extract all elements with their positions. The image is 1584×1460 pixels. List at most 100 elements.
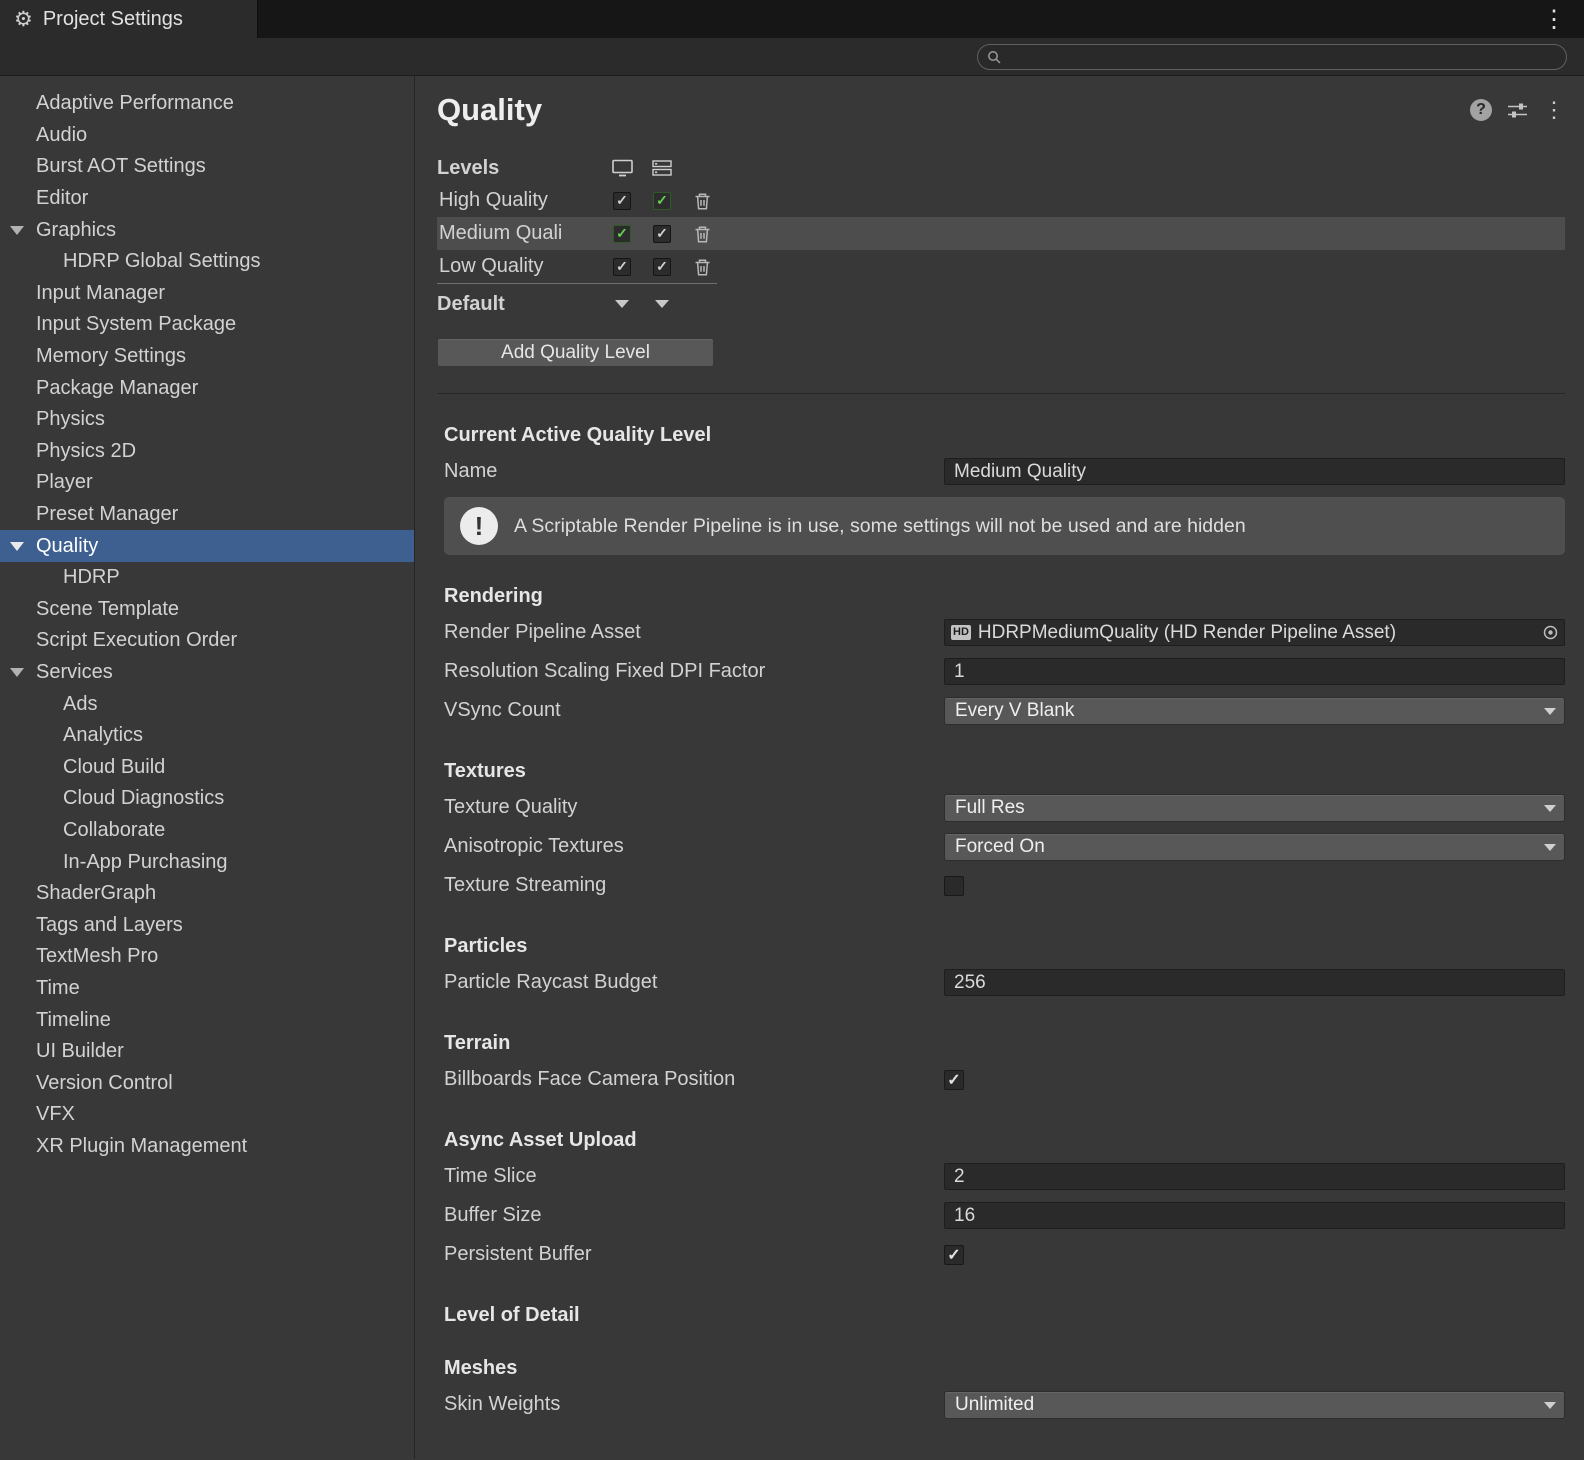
- vsync-count-dropdown[interactable]: Every V Blank: [944, 697, 1565, 725]
- default-quality-dropdown-2[interactable]: [655, 300, 669, 308]
- sidebar-item-label: Editor: [36, 187, 88, 210]
- setting-row-buffer-size: Buffer Size16: [437, 1196, 1565, 1235]
- object-picker-icon[interactable]: [1542, 624, 1559, 641]
- quality-level-row-medium-quali[interactable]: Medium Quali✓✓: [437, 217, 1565, 250]
- setting-label: Billboards Face Camera Position: [437, 1068, 944, 1091]
- sidebar-item-xr-plugin-management[interactable]: XR Plugin Management: [0, 1131, 414, 1163]
- sidebar-item-adaptive-performance[interactable]: Adaptive Performance: [0, 88, 414, 120]
- sidebar-item-tags-and-layers[interactable]: Tags and Layers: [0, 909, 414, 941]
- levels-label: Levels: [437, 157, 602, 180]
- platform-checkbox[interactable]: ✓: [613, 225, 631, 243]
- texture-quality-dropdown[interactable]: Full Res: [944, 794, 1565, 822]
- sidebar-item-label: Time: [36, 977, 80, 1000]
- sidebar-item-label: HDRP Global Settings: [63, 250, 261, 273]
- add-quality-level-button[interactable]: Add Quality Level: [437, 338, 714, 367]
- chevron-down-icon: [1544, 805, 1556, 812]
- setting-label: Resolution Scaling Fixed DPI Factor: [437, 660, 944, 683]
- platform-checkbox[interactable]: ✓: [653, 192, 671, 210]
- particle-raycast-budget-field[interactable]: 256: [944, 969, 1565, 996]
- sidebar-item-physics-2d[interactable]: Physics 2D: [0, 436, 414, 468]
- sidebar-item-cloud-diagnostics[interactable]: Cloud Diagnostics: [0, 783, 414, 815]
- monitor-icon[interactable]: [602, 159, 642, 177]
- dropdown-value: Every V Blank: [955, 700, 1074, 722]
- sidebar-item-analytics[interactable]: Analytics: [0, 720, 414, 752]
- trash-icon[interactable]: [682, 258, 722, 276]
- sidebar-item-label: VFX: [36, 1103, 75, 1126]
- persistent-buffer-checkbox[interactable]: ✓: [944, 1245, 964, 1265]
- sidebar-item-shadergraph[interactable]: ShaderGraph: [0, 878, 414, 910]
- setting-label: Time Slice: [437, 1165, 944, 1188]
- sidebar-item-player[interactable]: Player: [0, 467, 414, 499]
- sidebar-item-hdrp-global-settings[interactable]: HDRP Global Settings: [0, 246, 414, 278]
- quality-level-row-low-quality[interactable]: Low Quality✓✓: [437, 250, 1565, 283]
- billboards-face-camera-position-checkbox[interactable]: ✓: [944, 1070, 964, 1090]
- sidebar-item-ads[interactable]: Ads: [0, 688, 414, 720]
- platform-checkbox[interactable]: ✓: [613, 192, 631, 210]
- sidebar-item-ui-builder[interactable]: UI Builder: [0, 1036, 414, 1068]
- skin-weights-dropdown[interactable]: Unlimited: [944, 1391, 1565, 1419]
- setting-label: VSync Count: [437, 699, 944, 722]
- sidebar-item-input-system-package[interactable]: Input System Package: [0, 309, 414, 341]
- setting-row-resolution-scaling-fixed-dpi-factor: Resolution Scaling Fixed DPI Factor1: [437, 652, 1565, 691]
- sidebar-item-label: Analytics: [63, 724, 143, 747]
- sidebar-item-quality[interactable]: Quality: [0, 530, 414, 562]
- sidebar-item-graphics[interactable]: Graphics: [0, 214, 414, 246]
- texture-streaming-checkbox[interactable]: [944, 876, 964, 896]
- sidebar-item-input-manager[interactable]: Input Manager: [0, 278, 414, 310]
- sidebar-item-time[interactable]: Time: [0, 973, 414, 1005]
- sidebar-item-cloud-build[interactable]: Cloud Build: [0, 751, 414, 783]
- setting-field: HDHDRPMediumQuality (HD Render Pipeline …: [944, 619, 1565, 646]
- sidebar-item-label: Services: [36, 661, 113, 684]
- presets-icon[interactable]: [1508, 102, 1527, 119]
- search-box[interactable]: [977, 44, 1567, 70]
- project-settings-tab[interactable]: ⚙ Project Settings: [0, 0, 258, 38]
- render-pipeline-asset-object-field[interactable]: HDHDRPMediumQuality (HD Render Pipeline …: [944, 619, 1565, 646]
- panel-kebab-menu-icon[interactable]: ⋮: [1543, 97, 1565, 123]
- buffer-size-field[interactable]: 16: [944, 1202, 1565, 1229]
- anisotropic-textures-dropdown[interactable]: Forced On: [944, 833, 1565, 861]
- sidebar-item-label: Script Execution Order: [36, 629, 237, 652]
- sidebar-item-services[interactable]: Services: [0, 657, 414, 689]
- platform-checkbox[interactable]: ✓: [653, 258, 671, 276]
- sidebar-item-timeline[interactable]: Timeline: [0, 1004, 414, 1036]
- default-quality-dropdown-1[interactable]: [615, 300, 629, 308]
- sidebar-item-label: ShaderGraph: [36, 882, 156, 905]
- foldout-triangle-icon[interactable]: [10, 542, 24, 551]
- sidebar-item-burst-aot-settings[interactable]: Burst AOT Settings: [0, 151, 414, 183]
- sidebar-item-audio[interactable]: Audio: [0, 120, 414, 152]
- window-kebab-menu-icon[interactable]: ⋮: [1536, 0, 1572, 38]
- trash-icon[interactable]: [682, 225, 722, 243]
- setting-label: Skin Weights: [437, 1393, 944, 1416]
- sidebar-item-preset-manager[interactable]: Preset Manager: [0, 499, 414, 531]
- sidebar-item-physics[interactable]: Physics: [0, 404, 414, 436]
- platform-list-icon[interactable]: [642, 160, 682, 176]
- platform-checkbox[interactable]: ✓: [613, 258, 631, 276]
- quality-name-field[interactable]: Medium Quality: [944, 458, 1565, 485]
- help-icon[interactable]: ?: [1470, 99, 1492, 121]
- sidebar-item-scene-template[interactable]: Scene Template: [0, 594, 414, 626]
- sidebar-item-collaborate[interactable]: Collaborate: [0, 815, 414, 847]
- resolution-scaling-fixed-dpi-factor-field[interactable]: 1: [944, 658, 1565, 685]
- platform-checkbox[interactable]: ✓: [653, 225, 671, 243]
- sidebar-item-label: Version Control: [36, 1072, 173, 1095]
- levels-header: Levels: [437, 152, 1565, 184]
- sidebar-item-script-execution-order[interactable]: Script Execution Order: [0, 625, 414, 657]
- time-slice-field[interactable]: 2: [944, 1163, 1565, 1190]
- sidebar-item-editor[interactable]: Editor: [0, 183, 414, 215]
- foldout-triangle-icon[interactable]: [10, 226, 24, 235]
- trash-icon[interactable]: [682, 192, 722, 210]
- sidebar-item-version-control[interactable]: Version Control: [0, 1067, 414, 1099]
- sidebar-item-vfx[interactable]: VFX: [0, 1099, 414, 1131]
- sidebar-item-hdrp[interactable]: HDRP: [0, 562, 414, 594]
- object-field-value: HDRPMediumQuality (HD Render Pipeline As…: [978, 622, 1396, 644]
- search-input[interactable]: [1001, 48, 1566, 66]
- sidebar-item-package-manager[interactable]: Package Manager: [0, 372, 414, 404]
- quality-level-row-high-quality[interactable]: High Quality✓✓: [437, 184, 1565, 217]
- sidebar-item-memory-settings[interactable]: Memory Settings: [0, 341, 414, 373]
- sidebar-item-label: Burst AOT Settings: [36, 155, 206, 178]
- foldout-triangle-icon[interactable]: [10, 668, 24, 677]
- sidebar: Adaptive PerformanceAudio Burst AOT Setti…: [0, 76, 415, 1459]
- content-area: Adaptive PerformanceAudio Burst AOT Setti…: [0, 76, 1584, 1459]
- sidebar-item-in-app-purchasing[interactable]: In-App Purchasing: [0, 846, 414, 878]
- sidebar-item-textmesh-pro[interactable]: TextMesh Pro: [0, 941, 414, 973]
